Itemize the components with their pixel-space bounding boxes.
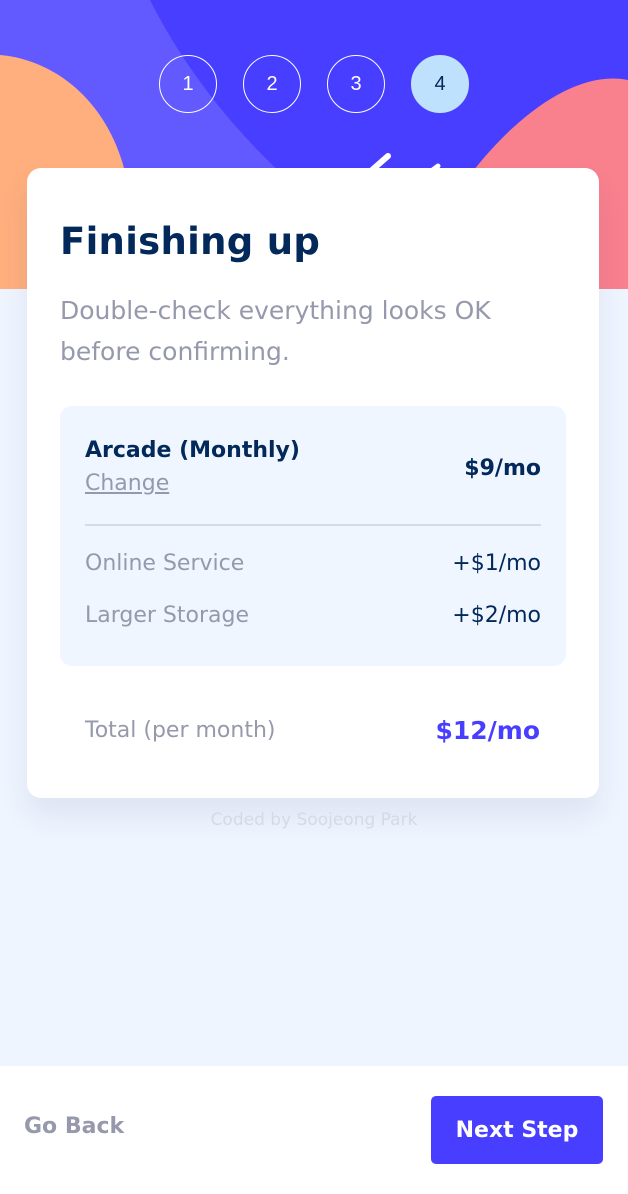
attribution-text: Coded by Soojeong Park [210, 810, 418, 830]
plan-name: Arcade (Monthly) [85, 438, 300, 463]
step-1-indicator[interactable]: 1 [159, 55, 217, 113]
step-2-indicator[interactable]: 2 [243, 55, 301, 113]
page-subtitle: Double-check everything looks OK before … [60, 296, 491, 366]
step-4-indicator[interactable]: 4 [411, 55, 469, 113]
change-plan-link[interactable]: Change [85, 471, 169, 496]
order-summary-box: Arcade (Monthly) Change $9/mo Online Ser… [60, 406, 566, 666]
stepper: 1 2 3 4 [0, 55, 628, 113]
addon-price: +$1/mo [452, 551, 541, 576]
step-3-indicator[interactable]: 3 [327, 55, 385, 113]
footer-bar: Go Back Next Step [0, 1066, 628, 1194]
summary-card: Finishing up Double-check everything loo… [27, 168, 599, 798]
page-title: Finishing up [60, 220, 321, 263]
total-row: Total (per month) $12/mo [85, 716, 540, 745]
addon-row-larger-storage: Larger Storage +$2/mo [85, 603, 541, 628]
addon-name: Online Service [85, 551, 245, 576]
plan-row: Arcade (Monthly) Change $9/mo [85, 438, 541, 496]
plan-price: $9/mo [464, 456, 541, 481]
summary-divider [85, 524, 541, 526]
total-price: $12/mo [435, 716, 540, 745]
plan-info: Arcade (Monthly) Change [85, 438, 300, 496]
addon-row-online-service: Online Service +$1/mo [85, 551, 541, 576]
next-step-button[interactable]: Next Step [431, 1096, 603, 1164]
addon-name: Larger Storage [85, 603, 250, 628]
total-label: Total (per month) [85, 718, 276, 743]
addon-price: +$2/mo [452, 603, 541, 628]
go-back-button[interactable]: Go Back [24, 1114, 124, 1139]
